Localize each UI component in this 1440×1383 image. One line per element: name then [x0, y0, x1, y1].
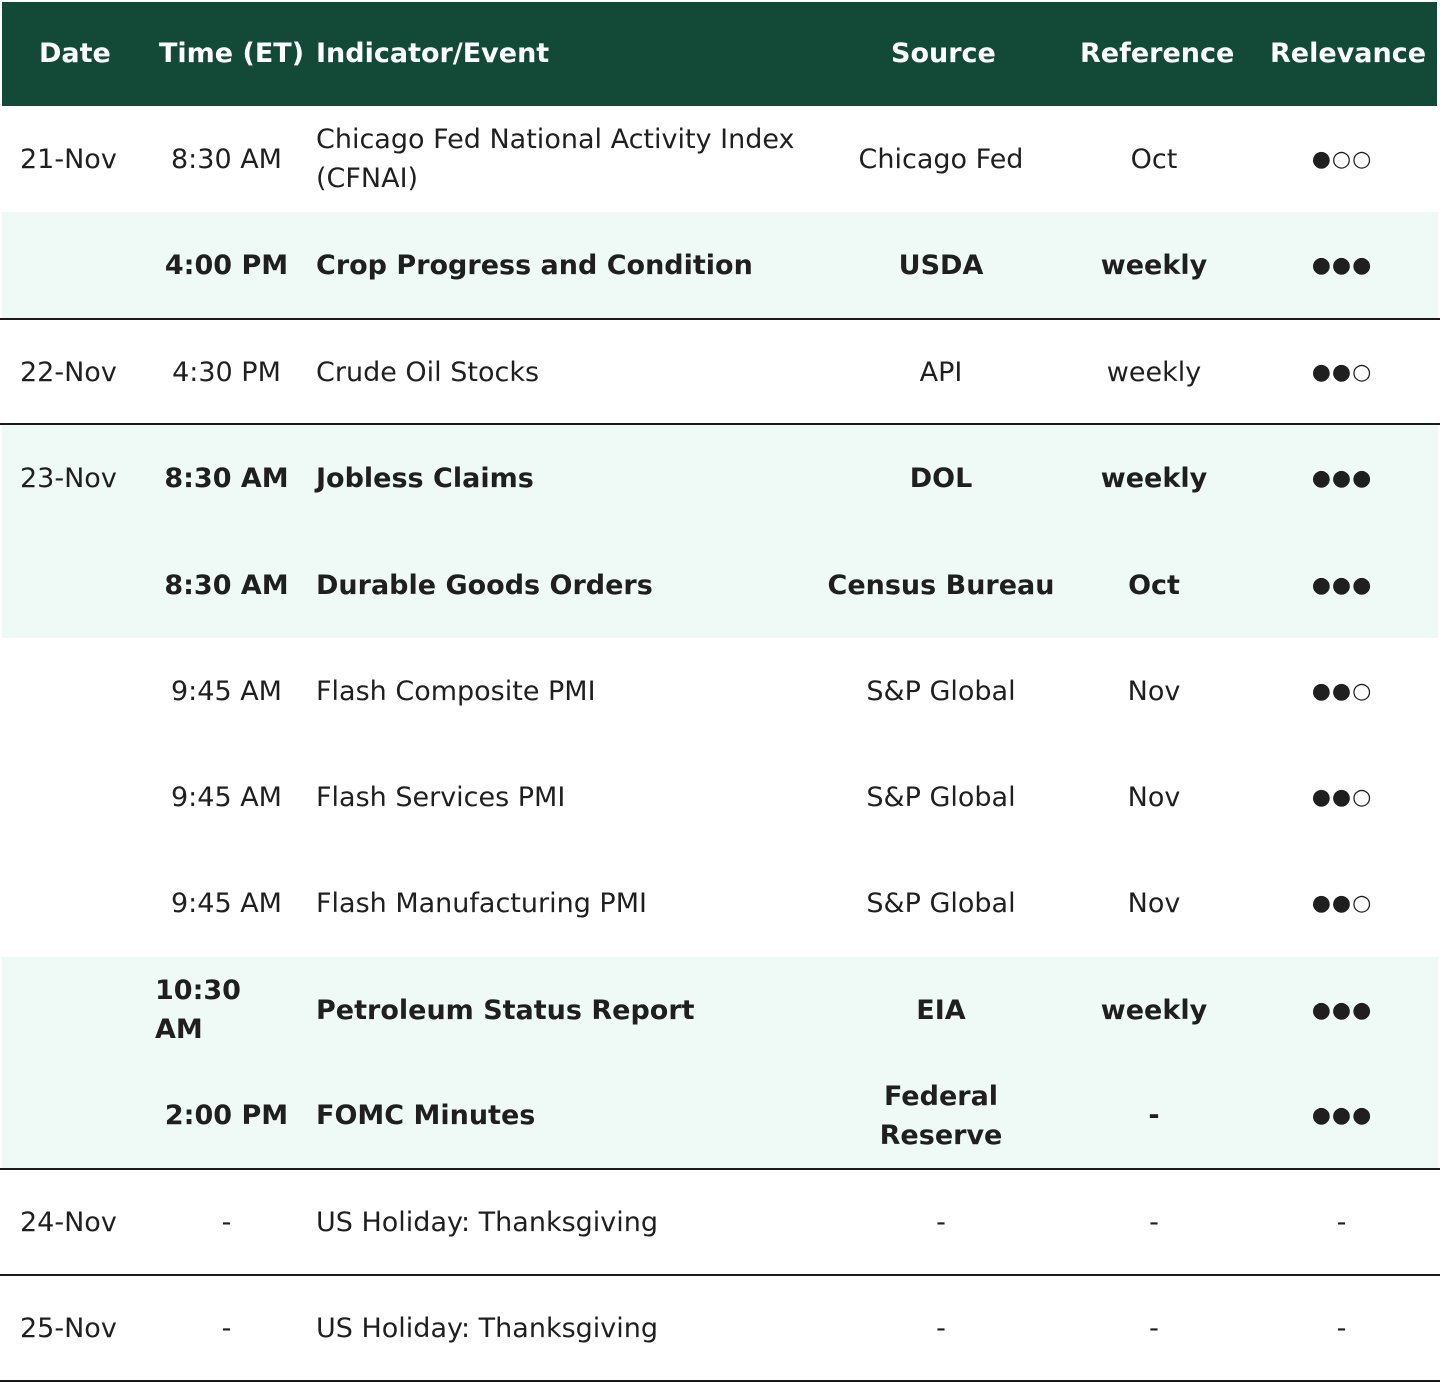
cell-source: USDA	[898, 249, 984, 281]
cell-source: Census Bureau	[827, 569, 1055, 601]
cell-reference: weekly	[1106, 356, 1202, 388]
cell-source: EIA	[916, 994, 966, 1026]
cell-time: 8:30 AM	[164, 463, 289, 494]
cell-relevance: ●●●	[1311, 572, 1373, 598]
cell-reference: weekly	[1100, 249, 1208, 281]
cell-reference: Oct	[1128, 569, 1180, 601]
table-row: 10:30 AM Petroleum Status Report EIA wee…	[2, 957, 1438, 1063]
cell-indicator: Crop Progress and Condition	[316, 249, 753, 281]
cell-indicator: FOMC Minutes	[316, 1100, 536, 1131]
table-row: 8:30 AM Durable Goods Orders Census Bure…	[2, 532, 1438, 638]
cell-relevance: ●●○	[1311, 784, 1373, 810]
cell-date	[20, 957, 150, 1063]
cell-relevance: ●●●	[1311, 1103, 1373, 1128]
cell-time: -	[221, 1206, 232, 1238]
table-row: 22-Nov 4:30 PM Crude Oil Stocks API week…	[0, 320, 1440, 424]
cell-relevance: ●○○	[1311, 146, 1373, 172]
cell-time: 10:30 AM	[155, 975, 241, 1045]
cell-reference: -	[1148, 1100, 1160, 1131]
cell-indicator: Flash Composite PMI	[316, 675, 596, 707]
cell-source: Federal Reserve	[879, 1080, 1003, 1151]
cell-relevance: ●●●	[1311, 252, 1373, 278]
cell-indicator: US Holiday: Thanksgiving	[316, 1312, 659, 1344]
cell-time: 8:30 AM	[171, 143, 282, 175]
economic-calendar-table: Date Time (ET) Indicator/Event Source Re…	[0, 0, 1440, 1383]
header-date: Date	[39, 38, 111, 69]
cell-time: 4:30 PM	[172, 356, 281, 388]
cell-relevance: ●●○	[1311, 678, 1373, 704]
cell-indicator: Crude Oil Stocks	[316, 356, 540, 388]
cell-date	[20, 850, 150, 957]
cell-source: S&P Global	[866, 888, 1016, 919]
cell-reference: -	[1149, 1206, 1159, 1238]
cell-source: S&P Global	[866, 781, 1016, 813]
header-relevance: Relevance	[1270, 38, 1427, 69]
cell-reference: weekly	[1100, 994, 1208, 1026]
cell-relevance: ●●●	[1311, 466, 1373, 491]
cell-date: 24-Nov	[20, 1206, 117, 1238]
header-indicator: Indicator/Event	[316, 38, 550, 69]
cell-date: 25-Nov	[20, 1312, 117, 1344]
cell-time: 4:00 PM	[164, 249, 289, 281]
table-row: 4:00 PM Crop Progress and Condition USDA…	[2, 212, 1438, 318]
header-reference: Reference	[1080, 38, 1235, 69]
header-source: Source	[891, 38, 996, 69]
table-row: 23-Nov 8:30 AM Jobless Claims DOL weekly…	[2, 425, 1438, 532]
table-row: 2:00 PM FOMC Minutes Federal Reserve - ●…	[2, 1063, 1438, 1168]
cell-indicator: Durable Goods Orders	[316, 569, 653, 601]
cell-source: -	[936, 1312, 946, 1344]
cell-relevance: -	[1336, 1312, 1348, 1344]
cell-indicator: Jobless Claims	[316, 463, 534, 494]
cell-source: DOL	[909, 463, 973, 494]
cell-relevance: ●●●	[1311, 997, 1373, 1023]
table-header: Date Time (ET) Indicator/Event Source Re…	[2, 2, 1437, 106]
cell-date: 22-Nov	[20, 356, 117, 388]
table-row: 9:45 AM Flash Composite PMI S&P Global N…	[0, 638, 1440, 744]
cell-time: 9:45 AM	[171, 888, 282, 919]
cell-source: -	[936, 1206, 946, 1238]
cell-date	[20, 638, 150, 744]
cell-reference: weekly	[1100, 463, 1208, 494]
cell-indicator: Flash Manufacturing PMI	[316, 888, 647, 919]
cell-time: -	[221, 1312, 232, 1344]
cell-date	[20, 744, 150, 850]
cell-date	[20, 532, 150, 638]
cell-time: 9:45 AM	[171, 781, 282, 813]
cell-date	[20, 1063, 150, 1168]
table-row: 24-Nov - US Holiday: Thanksgiving - - -	[0, 1170, 1440, 1274]
header-time: Time (ET)	[159, 38, 305, 69]
cell-date: 21-Nov	[20, 143, 117, 175]
table-row: 9:45 AM Flash Services PMI S&P Global No…	[0, 744, 1440, 850]
cell-source: API	[919, 356, 963, 388]
cell-time: 2:00 PM	[164, 1100, 289, 1131]
table-row: 9:45 AM Flash Manufacturing PMI S&P Glob…	[0, 850, 1440, 957]
cell-reference: Nov	[1127, 675, 1181, 707]
cell-indicator: Flash Services PMI	[316, 781, 566, 813]
cell-time: 9:45 AM	[171, 675, 282, 707]
cell-reference: Nov	[1127, 781, 1181, 813]
table-row: 21-Nov 8:30 AM Chicago Fed National Acti…	[0, 106, 1440, 212]
cell-reference: Oct	[1130, 143, 1178, 175]
cell-reference: -	[1149, 1312, 1159, 1344]
cell-source: S&P Global	[866, 675, 1016, 707]
cell-relevance: ●●○	[1311, 891, 1373, 916]
cell-date	[20, 212, 150, 318]
cell-time: 8:30 AM	[164, 569, 289, 601]
cell-source: Chicago Fed	[858, 143, 1024, 175]
cell-relevance: -	[1336, 1206, 1348, 1238]
cell-indicator: Chicago Fed National Activity Index (CFN…	[316, 124, 795, 194]
cell-indicator: Petroleum Status Report	[316, 994, 695, 1026]
cell-indicator: US Holiday: Thanksgiving	[316, 1206, 659, 1238]
cell-relevance: ●●○	[1311, 359, 1373, 385]
cell-date: 23-Nov	[20, 463, 117, 494]
bottom-rule	[0, 1380, 1440, 1382]
table-row: 25-Nov - US Holiday: Thanksgiving - - -	[0, 1276, 1440, 1380]
cell-reference: Nov	[1127, 888, 1181, 919]
